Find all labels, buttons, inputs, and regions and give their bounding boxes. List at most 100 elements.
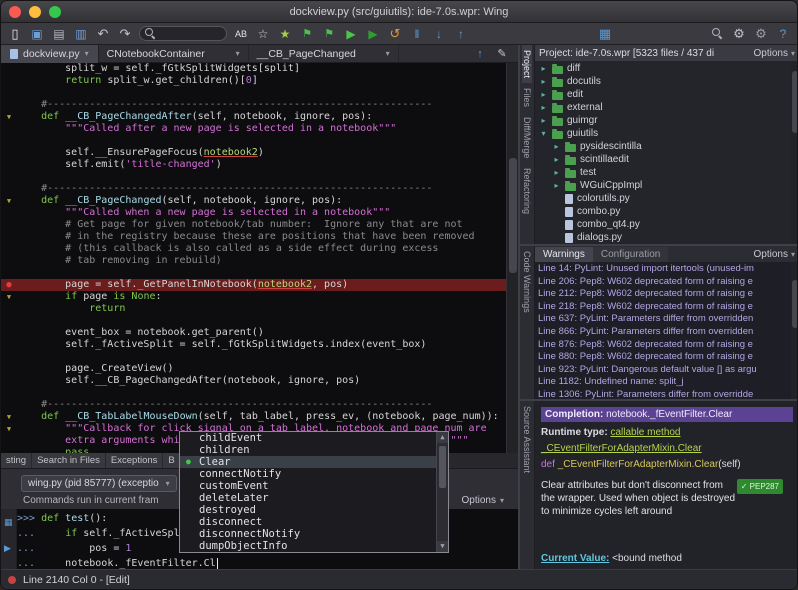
warnings-list[interactable]: Line 14: PyLint: Unused import itertools…: [535, 262, 791, 399]
completion-item[interactable]: ●Clear: [180, 456, 436, 468]
tree-item[interactable]: ▸scintillaedit: [535, 153, 791, 166]
tree-item[interactable]: ▸pysidescintilla: [535, 140, 791, 153]
warning-item[interactable]: Line 206: Pep8: W602 deprecated form of …: [535, 276, 791, 289]
vertical-tab-files[interactable]: Files: [522, 83, 532, 112]
code-line[interactable]: """Called after a new page is selected i…: [1, 123, 506, 135]
symbol-link[interactable]: _CEventFilterForAdapterMixin.Clear: [541, 443, 702, 454]
probe-run-icon[interactable]: ▶: [4, 543, 11, 554]
completion-item[interactable]: ●disconnectNotify: [180, 528, 436, 540]
scroll-up-icon[interactable]: ▲: [437, 432, 448, 443]
code-line[interactable]: # tab removing in rebuild): [1, 255, 506, 267]
code-line[interactable]: self._fActiveSplit = self._fGtkSplitWidg…: [1, 339, 506, 351]
new-file-icon[interactable]: ▯: [7, 26, 23, 42]
completion-item[interactable]: ●destroyed: [180, 504, 436, 516]
star-icon[interactable]: ★: [277, 26, 293, 42]
code-line[interactable]: #---------------------------------------…: [1, 183, 506, 195]
step-into-icon[interactable]: ↓: [431, 26, 447, 42]
code-line[interactable]: # in the registry because these are posi…: [1, 231, 506, 243]
breakpoint-marker[interactable]: ●: [1, 279, 17, 291]
debug-icon[interactable]: ▶: [365, 26, 381, 42]
code-line[interactable]: [1, 351, 506, 363]
gear-icon[interactable]: ⚙: [731, 26, 747, 42]
project-tree[interactable]: ▸diff▸docutils▸edit▸external▸guimgr▾guiu…: [535, 61, 791, 244]
zoom-window-button[interactable]: [49, 6, 61, 18]
completion-item[interactable]: ●children: [180, 444, 436, 456]
bottom-tab[interactable]: Search in Files: [32, 453, 105, 468]
vertical-tab-project[interactable]: Project: [522, 45, 532, 83]
code-line[interactable]: #---------------------------------------…: [1, 399, 506, 411]
tree-item[interactable]: ▸edit: [535, 88, 791, 101]
tree-item[interactable]: ▸diff: [535, 62, 791, 75]
probe-grid-icon[interactable]: ▦: [4, 517, 13, 528]
bookmark-next-icon[interactable]: ⚑: [321, 26, 337, 42]
code-line[interactable]: split_w = self._fGtkSplitWidgets[split]: [1, 63, 506, 75]
fold-marker-icon[interactable]: ▼: [1, 111, 17, 123]
code-line[interactable]: self.__EnsurePageFocus(notebook2): [1, 147, 506, 159]
popup-scrollbar[interactable]: ▲ ▼: [436, 432, 448, 552]
completion-list[interactable]: ●childEvent●children●Clear●connectNotify…: [180, 432, 436, 552]
method-scope-dropdown[interactable]: __CB_PageChanged ▾: [249, 45, 399, 63]
tree-item[interactable]: dialogs.py: [535, 231, 791, 244]
vertical-tab-source-assistant[interactable]: Source Assistant: [522, 401, 532, 478]
warnings-scrollbar[interactable]: [791, 262, 798, 399]
find-icon[interactable]: [709, 26, 725, 42]
warning-item[interactable]: Line 866: PyLint: Parameters differ from…: [535, 326, 791, 339]
completion-item[interactable]: ●customEvent: [180, 480, 436, 492]
warning-item[interactable]: Line 923: PyLint: Dangerous default valu…: [535, 364, 791, 377]
runtime-type-link[interactable]: callable method: [610, 427, 680, 438]
completion-item[interactable]: ●deleteLater: [180, 492, 436, 504]
tree-item[interactable]: ▸WGuiCppImpl: [535, 179, 791, 192]
redo-icon[interactable]: ↷: [117, 26, 133, 42]
tree-item[interactable]: combo_qt4.py: [535, 218, 791, 231]
minimize-window-button[interactable]: [29, 6, 41, 18]
help-icon[interactable]: ?: [775, 26, 791, 42]
code-line[interactable]: ● page = self._GetPanelInNotebook(notebo…: [1, 279, 506, 291]
tools-icon[interactable]: ⚙: [753, 26, 769, 42]
tab-configuration[interactable]: Configuration: [593, 247, 668, 262]
tree-item[interactable]: ▾guiutils: [535, 127, 791, 140]
tree-item[interactable]: combo.py: [535, 205, 791, 218]
warning-item[interactable]: Line 14: PyLint: Unused import itertools…: [535, 263, 791, 276]
warning-item[interactable]: Line 212: Pep8: W602 deprecated form of …: [535, 288, 791, 301]
search-input[interactable]: [160, 28, 221, 39]
close-window-button[interactable]: [9, 6, 21, 18]
tree-expand-icon[interactable]: ▸: [552, 181, 561, 190]
code-line[interactable]: [1, 267, 506, 279]
code-browser-icon[interactable]: ▥: [73, 26, 89, 42]
editor-scrollbar[interactable]: [506, 63, 518, 453]
warning-item[interactable]: Line 637: PyLint: Parameters differ from…: [535, 313, 791, 326]
toolbar-search-field[interactable]: [139, 26, 227, 41]
run-icon[interactable]: ▶: [343, 26, 359, 42]
tree-item[interactable]: ▸docutils: [535, 75, 791, 88]
code-line[interactable]: return: [1, 303, 506, 315]
completion-item[interactable]: ●dumpObjectInfo: [180, 540, 436, 552]
panels-icon[interactable]: ▦: [597, 26, 613, 42]
vertical-tab-refactoring[interactable]: Refactoring: [522, 163, 532, 219]
project-options-dropdown[interactable]: Options ▾: [754, 48, 795, 59]
warning-item[interactable]: Line 880: Pep8: W602 deprecated form of …: [535, 351, 791, 364]
code-line[interactable]: page._CreateView(): [1, 363, 506, 375]
code-line[interactable]: ▼ def __CB_TabLabelMouseDown(self, tab_l…: [1, 411, 506, 423]
fold-marker-icon[interactable]: ▼: [1, 195, 17, 207]
vertical-tab-diff-merge[interactable]: Diff/Merge: [522, 112, 532, 163]
tree-collapse-icon[interactable]: ▾: [539, 129, 548, 138]
code-editor[interactable]: split_w = self._fGtkSplitWidgets[split] …: [1, 63, 506, 453]
star-outline-icon[interactable]: ☆: [255, 26, 271, 42]
tree-expand-icon[interactable]: ▸: [552, 142, 561, 151]
undo-icon[interactable]: ↶: [95, 26, 111, 42]
step-out-icon[interactable]: ↑: [453, 26, 469, 42]
fold-marker-icon[interactable]: ▼: [1, 411, 17, 423]
warning-item[interactable]: Line 1306: PyLint: Parameters differ fro…: [535, 389, 791, 399]
case-toggle-icon[interactable]: AB: [233, 26, 249, 42]
fold-marker-icon[interactable]: ▼: [1, 291, 17, 303]
navigate-up-icon[interactable]: ↑: [472, 46, 488, 62]
vertical-tab-code-warnings[interactable]: Code Warnings: [522, 246, 532, 318]
code-line[interactable]: ▼ def __CB_PageChangedAfter(self, notebo…: [1, 111, 506, 123]
tree-expand-icon[interactable]: ▸: [552, 155, 561, 164]
warnings-scrollbar-thumb[interactable]: [792, 280, 798, 328]
code-line[interactable]: [1, 171, 506, 183]
code-line[interactable]: [1, 315, 506, 327]
code-line[interactable]: [1, 87, 506, 99]
code-line[interactable]: event_box = notebook.get_parent(): [1, 327, 506, 339]
tree-item[interactable]: ▸guimgr: [535, 114, 791, 127]
